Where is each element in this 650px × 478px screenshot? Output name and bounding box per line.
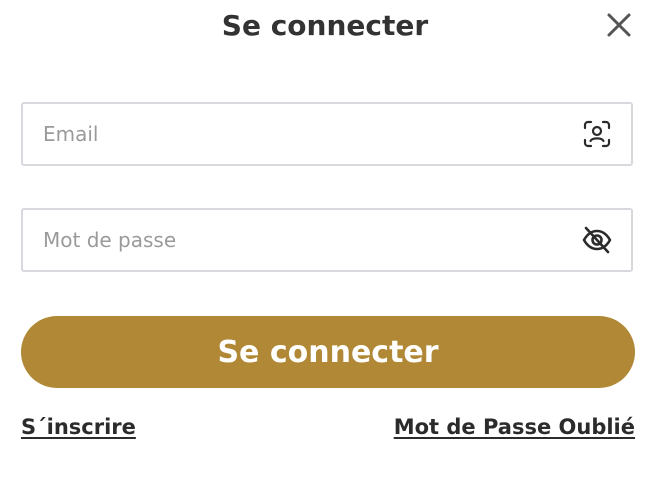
eye-off-icon[interactable] bbox=[581, 224, 613, 256]
forgot-password-link[interactable]: Mot de Passe Oublié bbox=[394, 414, 635, 440]
password-input[interactable] bbox=[43, 210, 563, 270]
email-field[interactable] bbox=[21, 102, 633, 166]
close-button[interactable] bbox=[604, 10, 634, 40]
close-icon bbox=[607, 13, 631, 37]
face-id-icon[interactable] bbox=[581, 118, 613, 150]
login-dialog: Se connecter Email Se connecter S´inscri… bbox=[0, 0, 650, 478]
email-input[interactable] bbox=[43, 104, 563, 164]
login-button[interactable]: Se connecter bbox=[21, 316, 635, 388]
signup-link[interactable]: S´inscrire bbox=[21, 414, 136, 440]
dialog-title: Se connecter bbox=[221, 9, 429, 42]
password-field[interactable] bbox=[21, 208, 633, 272]
